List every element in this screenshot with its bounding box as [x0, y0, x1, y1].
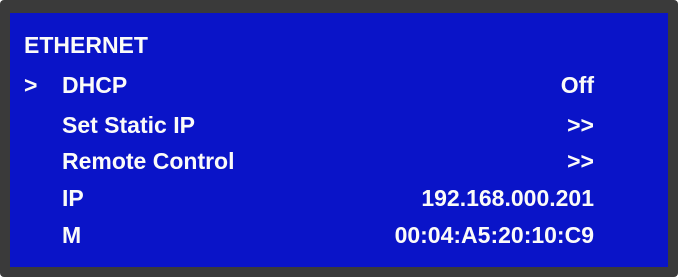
- menu-title: ETHERNET: [24, 32, 148, 58]
- menu-item-remote-control[interactable]: Remote Control >>: [10, 146, 668, 176]
- menu-item-label: M: [62, 222, 82, 248]
- lcd-screen: ETHERNET > DHCP Off Set Static IP >> Rem…: [10, 13, 668, 267]
- submenu-arrow: >>: [567, 112, 594, 138]
- ip-address-value: 192.168.000.201: [421, 185, 594, 211]
- menu-item-label: Set Static IP: [62, 112, 195, 138]
- mac-address-value: 00:04:A5:20:10:C9: [394, 222, 594, 248]
- menu-item-label: DHCP: [62, 72, 128, 98]
- menu-item-value: Off: [560, 72, 594, 98]
- menu-item-label: IP: [62, 185, 84, 211]
- menu-item-ip[interactable]: IP 192.168.000.201: [10, 183, 668, 213]
- menu-item-label: Remote Control: [62, 148, 235, 174]
- menu-item-mac[interactable]: M 00:04:A5:20:10:C9: [10, 220, 668, 250]
- submenu-arrow: >>: [567, 148, 594, 174]
- menu-item-set-static-ip[interactable]: Set Static IP >>: [10, 110, 668, 140]
- selection-cursor: >: [24, 72, 38, 98]
- menu-title-row: ETHERNET: [10, 30, 668, 60]
- display-bezel: ETHERNET > DHCP Off Set Static IP >> Rem…: [0, 0, 678, 277]
- menu-item-dhcp[interactable]: > DHCP Off: [10, 70, 668, 100]
